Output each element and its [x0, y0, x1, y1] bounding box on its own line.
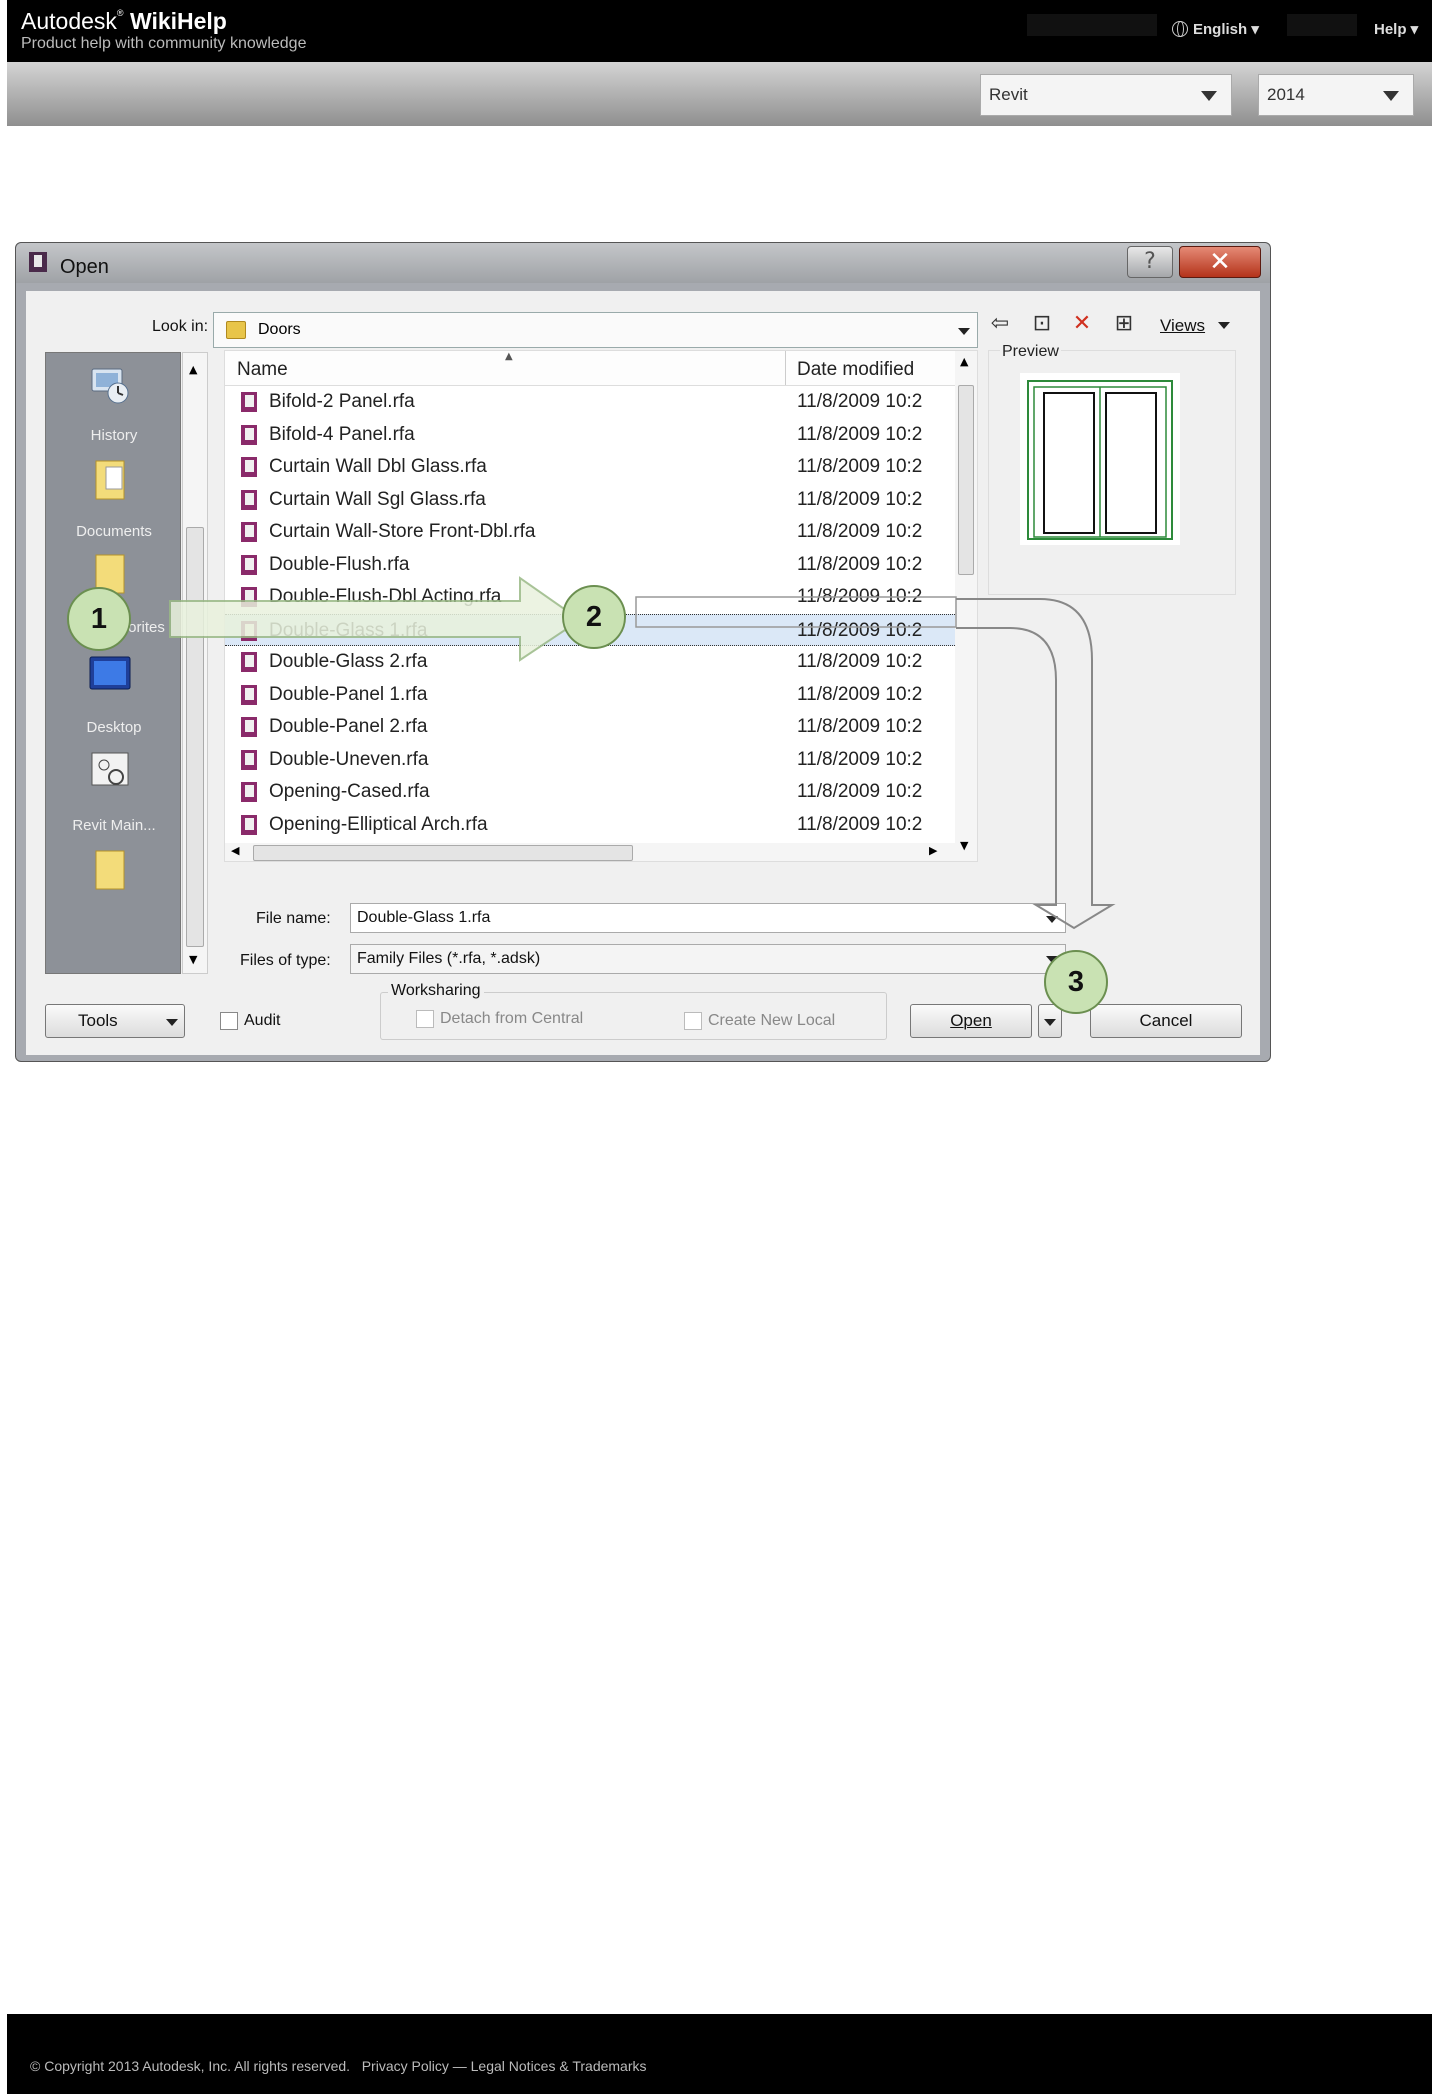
highlight-box	[635, 596, 957, 628]
callout-3: 3	[1044, 950, 1108, 1014]
arrow-2-to-filename	[956, 598, 1116, 930]
footer-separator: —	[452, 2058, 467, 2074]
callout-1: 1	[67, 587, 131, 651]
arrow-1-to-2	[169, 576, 582, 662]
callout-arrows	[169, 576, 1116, 930]
footer-text: © Copyright 2013 Autodesk, Inc. All righ…	[30, 2058, 647, 2074]
site-footer	[7, 2014, 1432, 2094]
privacy-link[interactable]: Privacy Policy	[362, 2058, 449, 2074]
legal-link[interactable]: Legal Notices & Trademarks	[471, 2058, 647, 2074]
copyright-text: © Copyright 2013 Autodesk, Inc. All righ…	[30, 2058, 351, 2074]
callout-2: 2	[562, 585, 626, 649]
